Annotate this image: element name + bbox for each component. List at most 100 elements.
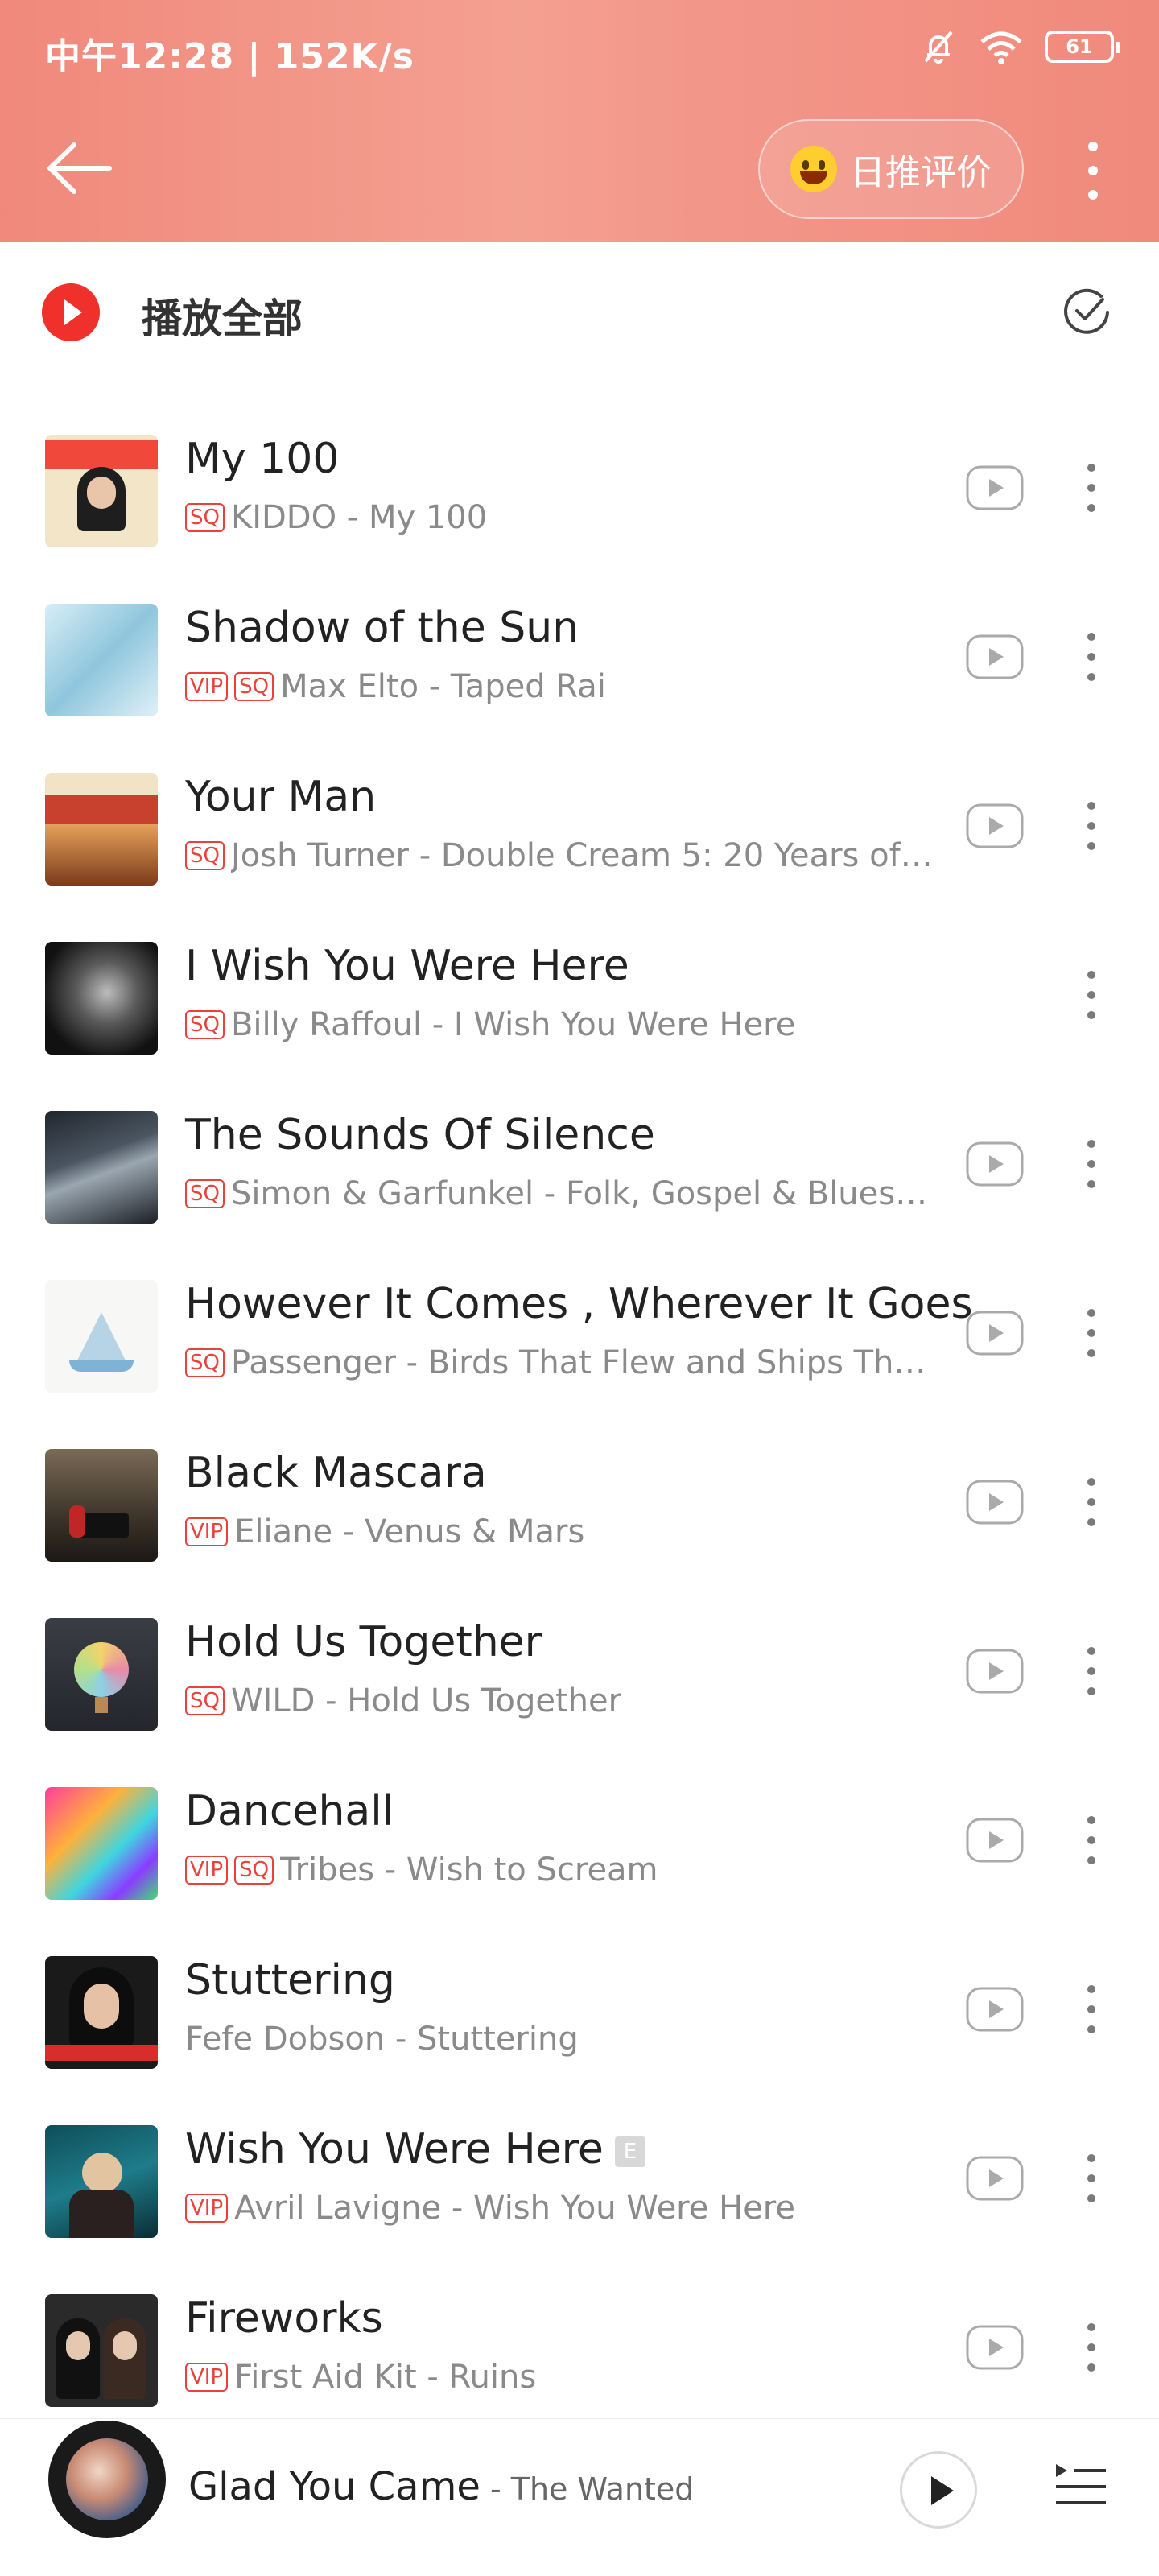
song-subtitle: Simon & Garfunkel - Folk, Gospel & Blues… (230, 1175, 934, 1212)
album-cover (45, 604, 158, 716)
song-row[interactable]: Black Mascara VIP Eliane - Venus & Mars (0, 1417, 1159, 1586)
more-options-icon[interactable] (1077, 142, 1109, 200)
now-playing-text[interactable]: Glad You Came - The Wanted (188, 2464, 694, 2509)
now-playing-title: Glad You Came (188, 2464, 481, 2509)
song-subtitle-row: Fefe Dobson - Stuttering (185, 2021, 934, 2058)
mv-play-icon[interactable] (966, 803, 1024, 848)
daily-rating-button[interactable]: 日推评价 (758, 119, 1024, 219)
smiley-emoji-icon (790, 146, 837, 192)
song-title: Dancehall (185, 1787, 394, 1835)
album-cover (45, 1787, 158, 1900)
song-row[interactable]: Hold Us Together SQ WILD - Hold Us Toget… (0, 1586, 1159, 1755)
header: 中午12:28 | 152K/s 61 日推评价 (0, 0, 1159, 242)
song-title: Fireworks (185, 2294, 383, 2343)
song-subtitle-row: VIP Avril Lavigne - Wish You Were Here (185, 2190, 934, 2227)
mv-play-icon[interactable] (966, 1311, 1024, 1356)
song-more-icon[interactable] (1079, 1140, 1104, 1188)
mv-play-icon[interactable] (966, 1987, 1024, 2032)
song-row[interactable]: Your Man SQ Josh Turner - Double Cream 5… (0, 741, 1159, 910)
play-button[interactable] (900, 2451, 977, 2529)
mute-bell-icon (924, 31, 953, 64)
song-row[interactable]: I Wish You Were Here SQ Billy Raffoul - … (0, 910, 1159, 1079)
song-subtitle: Max Elto - Taped Rai (280, 668, 606, 705)
status-icons: 61 (919, 27, 1120, 66)
sq-badge: SQ (234, 672, 274, 701)
mv-play-icon[interactable] (966, 1141, 1024, 1187)
song-row[interactable]: However It Comes , Wherever It Goes SQ P… (0, 1248, 1159, 1417)
daily-rating-label: 日推评价 (850, 152, 992, 193)
now-playing-disc[interactable] (48, 2421, 166, 2538)
song-more-icon[interactable] (1079, 2154, 1104, 2202)
album-cover (45, 1956, 158, 2069)
song-more-icon[interactable] (1079, 802, 1104, 850)
play-all-row[interactable]: 播放全部 (0, 242, 1159, 383)
battery-level: 61 (1066, 35, 1093, 58)
song-subtitle: Passenger - Birds That Flew and Ships Th… (230, 1344, 934, 1381)
album-cover (45, 2294, 158, 2407)
song-subtitle-row: SQ Passenger - Birds That Flew and Ships… (185, 1344, 934, 1381)
check-circle-icon[interactable] (1061, 287, 1112, 338)
song-subtitle: Billy Raffoul - I Wish You Were Here (230, 1006, 796, 1043)
mini-player[interactable]: Glad You Came - The Wanted (0, 2418, 1159, 2576)
playlist-icon[interactable] (1051, 2454, 1109, 2512)
song-title: My 100 (185, 435, 340, 483)
sq-badge: SQ (185, 1348, 225, 1377)
song-title: Wish You Were Here E (185, 2125, 645, 2174)
song-subtitle: First Aid Kit - Ruins (234, 2359, 537, 2396)
song-title: Black Mascara (185, 1449, 487, 1497)
album-cover (45, 1449, 158, 1562)
song-more-icon[interactable] (1079, 1478, 1104, 1526)
song-subtitle-row: SQ Billy Raffoul - I Wish You Were Here (185, 1006, 934, 1043)
sq-badge: SQ (185, 503, 225, 532)
song-title: Your Man (185, 773, 377, 821)
song-title-text: Wish You Were Here (185, 2125, 604, 2174)
mv-play-icon[interactable] (966, 465, 1024, 510)
wifi-icon (980, 31, 1022, 64)
song-title: I Wish You Were Here (185, 942, 629, 990)
song-row[interactable]: Wish You Were Here E VIP Avril Lavigne - … (0, 2093, 1159, 2262)
song-subtitle: KIDDO - My 100 (230, 499, 488, 536)
song-subtitle: Josh Turner - Double Cream 5: 20 Years o… (230, 837, 933, 874)
song-subtitle: Fefe Dobson - Stuttering (185, 2021, 579, 2058)
song-subtitle-row: SQ Josh Turner - Double Cream 5: 20 Year… (185, 837, 934, 874)
song-subtitle-row: VIP SQ Max Elto - Taped Rai (185, 668, 934, 705)
song-title: Shadow of the Sun (185, 604, 580, 652)
song-title: However It Comes , Wherever It Goes (185, 1280, 973, 1328)
song-more-icon[interactable] (1079, 1309, 1104, 1357)
song-more-icon[interactable] (1079, 464, 1104, 512)
song-subtitle: WILD - Hold Us Together (230, 1682, 622, 1719)
song-more-icon[interactable] (1079, 971, 1104, 1019)
sq-badge: SQ (234, 1856, 274, 1885)
song-row[interactable]: Shadow of the Sun VIP SQ Max Elto - Tape… (0, 572, 1159, 741)
song-subtitle: Eliane - Venus & Mars (234, 1513, 585, 1550)
song-row[interactable]: Stuttering Fefe Dobson - Stuttering (0, 1924, 1159, 2093)
song-title: Stuttering (185, 1956, 395, 2004)
song-more-icon[interactable] (1079, 1647, 1104, 1695)
album-cover (45, 1111, 158, 1224)
vip-badge: VIP (185, 2194, 229, 2223)
album-cover (45, 1618, 158, 1731)
mv-play-icon[interactable] (966, 1818, 1024, 1863)
mv-play-icon[interactable] (966, 2156, 1024, 2201)
song-title: Hold Us Together (185, 1618, 542, 1666)
song-subtitle-row: VIP First Aid Kit - Ruins (185, 2359, 934, 2396)
song-subtitle-row: SQ Simon & Garfunkel - Folk, Gospel & Bl… (185, 1175, 934, 1212)
album-cover (45, 773, 158, 886)
mv-play-icon[interactable] (966, 634, 1024, 679)
album-cover (45, 942, 158, 1055)
song-more-icon[interactable] (1079, 1985, 1104, 2033)
play-all-label[interactable]: 播放全部 (142, 287, 303, 345)
song-more-icon[interactable] (1079, 1816, 1104, 1864)
song-row[interactable]: Fireworks VIP First Aid Kit - Ruins (0, 2262, 1159, 2431)
song-more-icon[interactable] (1079, 633, 1104, 681)
mv-play-icon[interactable] (966, 2325, 1024, 2370)
back-arrow-icon[interactable] (45, 138, 113, 198)
song-row[interactable]: My 100 SQ KIDDO - My 100 (0, 402, 1159, 572)
song-more-icon[interactable] (1079, 2323, 1104, 2372)
mv-play-icon[interactable] (966, 1480, 1024, 1525)
song-row[interactable]: The Sounds Of Silence SQ Simon & Garfunk… (0, 1079, 1159, 1248)
mv-play-icon[interactable] (966, 1649, 1024, 1694)
album-cover (45, 2125, 158, 2238)
song-row[interactable]: Dancehall VIP SQ Tribes - Wish to Scream (0, 1755, 1159, 1924)
play-circle-icon[interactable] (42, 283, 100, 341)
